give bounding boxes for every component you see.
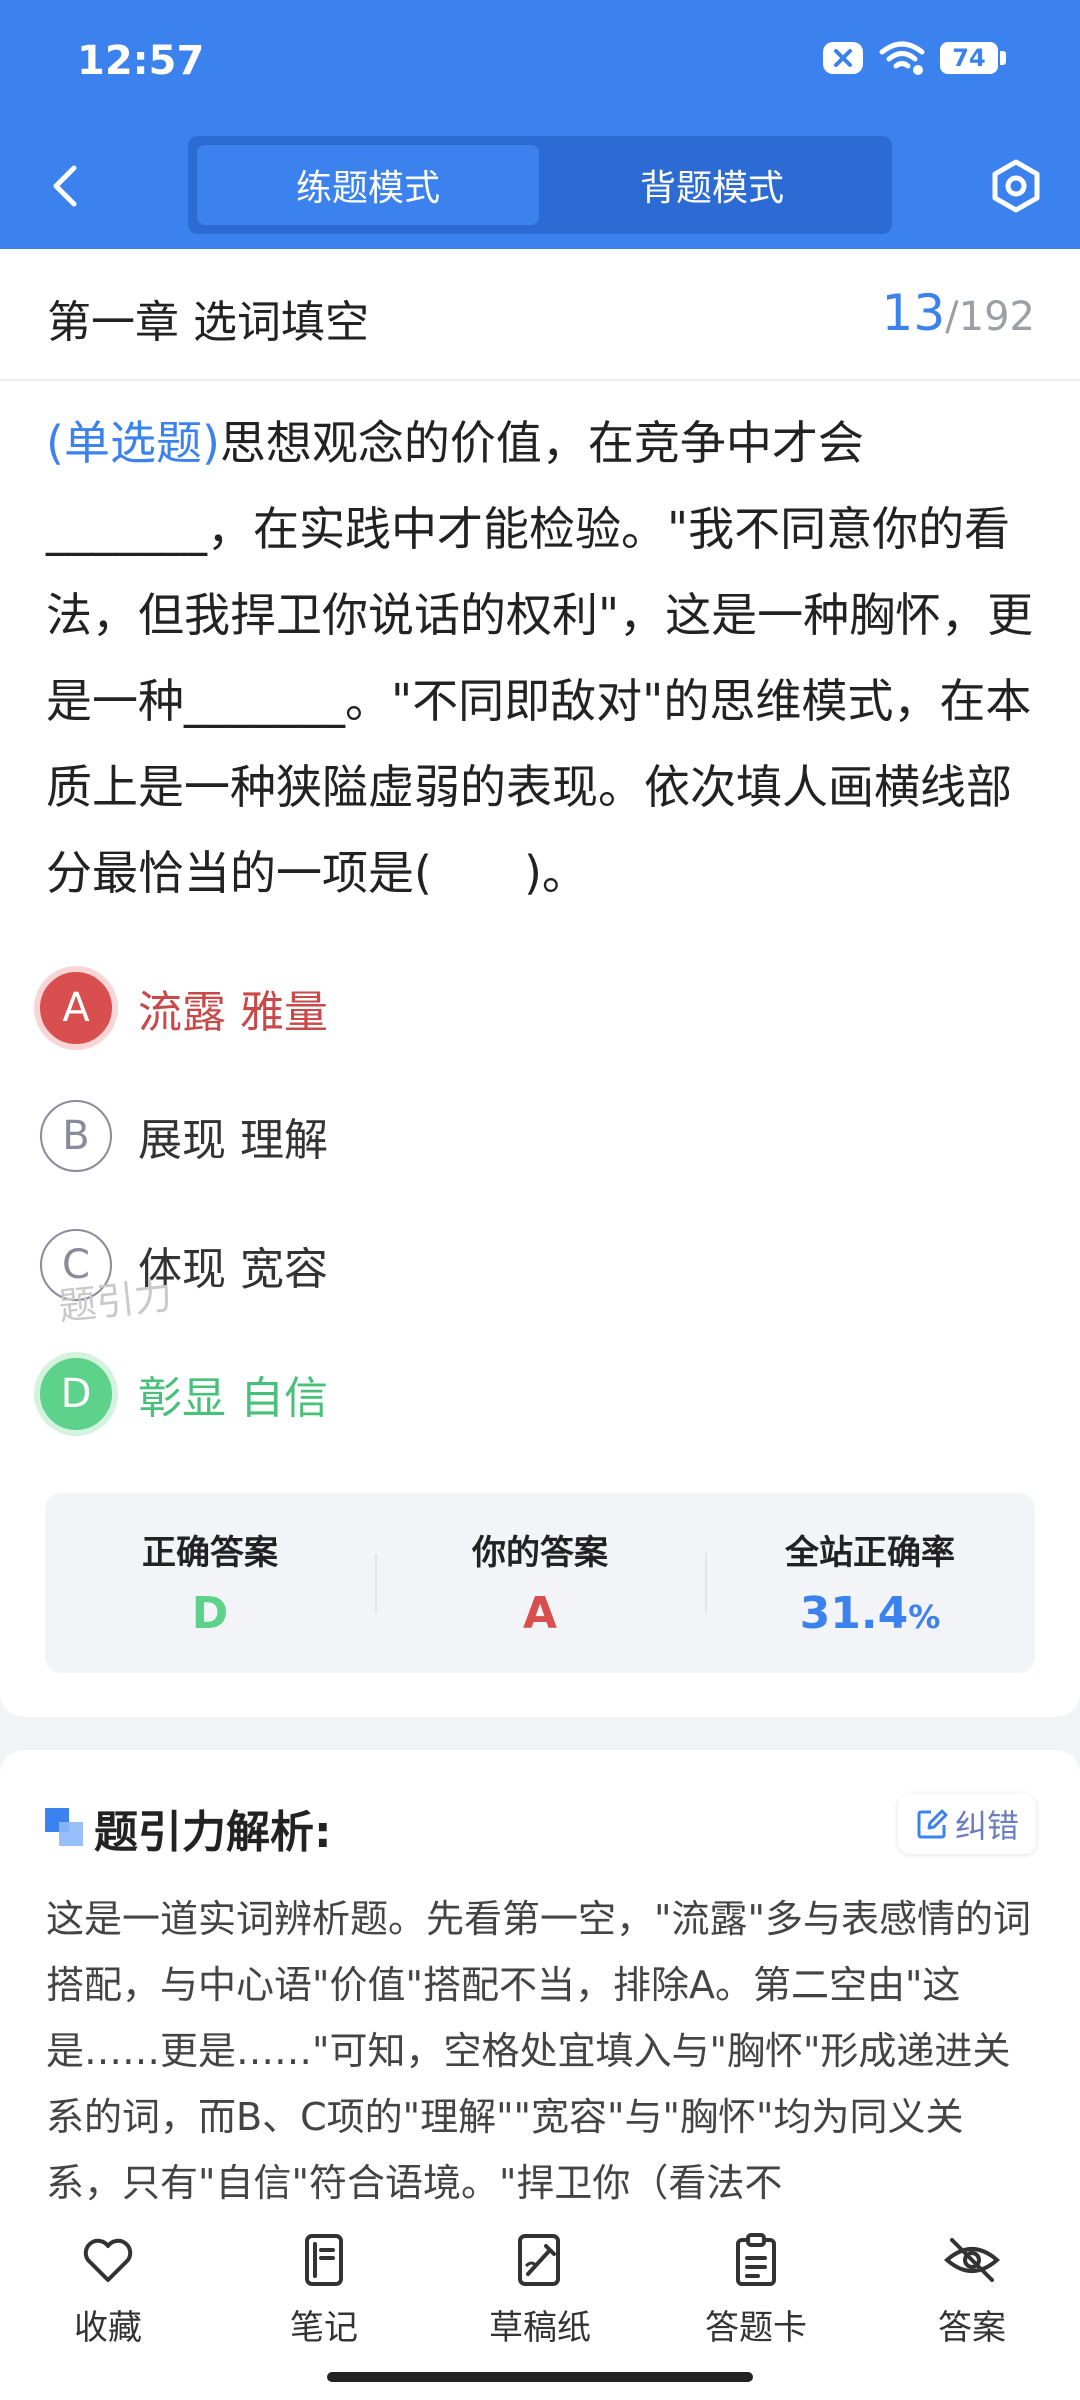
stat-label: 你的答案 — [472, 1533, 608, 1573]
option-letter: D — [40, 1358, 112, 1430]
question-text: 思想观念的价值，在竞争中才会_______，在实践中才能检验。"我不同意你的看法… — [46, 416, 1034, 900]
rate-number: 31.4 — [799, 1588, 909, 1639]
header-divider — [0, 379, 1080, 381]
notebook-icon — [305, 2234, 343, 2286]
close-badge-icon — [823, 42, 863, 74]
option-text: 彰显 自信 — [138, 1373, 328, 1424]
analysis-text: 这是一道实词辨析题。先看第一空，"流露"多与表感情的词搭配，与中心语"价值"搭配… — [46, 1897, 1031, 2205]
nav-draft[interactable]: 草稿纸 — [465, 2230, 615, 2349]
stat-accuracy-rate: 全站正确率 31.4% — [705, 1493, 1035, 1673]
analysis-title: 题引力解析: — [94, 1807, 332, 1858]
edit-icon — [917, 1809, 948, 1839]
nav-label: 收藏 — [74, 2308, 142, 2348]
bottom-nav: 收藏 笔记 草稿纸 答题卡 答案 — [0, 2206, 1080, 2400]
option-a[interactable]: A 流露 雅量 — [40, 963, 940, 1053]
nav-label: 笔记 — [290, 2308, 358, 2348]
total-questions: /192 — [945, 294, 1035, 340]
option-b[interactable]: B 展现 理解 — [40, 1091, 940, 1181]
option-d[interactable]: D 彰显 自信 — [40, 1349, 940, 1439]
stat-value: 31.4% — [705, 1588, 1035, 1639]
question-stem: (单选题)思想观念的价值，在竞争中才会_______，在实践中才能检验。"我不同… — [46, 400, 1036, 916]
gear-icon — [992, 159, 1040, 213]
nav-label: 答题卡 — [705, 2308, 807, 2348]
rate-unit: % — [908, 1598, 941, 1636]
eye-off-icon — [943, 2238, 1001, 2282]
draft-pen-icon — [518, 2234, 560, 2286]
status-time: 12:57 — [77, 38, 205, 84]
nav-label: 答案 — [938, 2308, 1006, 2348]
home-indicator — [327, 2372, 753, 2382]
nav-answer-toggle[interactable]: 答案 — [897, 2230, 1047, 2349]
status-icons: 74 — [822, 40, 1006, 76]
nav-label: 草稿纸 — [489, 2308, 591, 2348]
stat-value: D — [191, 1588, 229, 1639]
question-type: (单选题) — [46, 416, 220, 470]
nav-favorite[interactable]: 收藏 — [33, 2230, 183, 2349]
report-error-button[interactable]: 纠错 — [898, 1794, 1036, 1854]
answer-stats: 正确答案 D 你的答案 A 全站正确率 31.4% — [45, 1493, 1035, 1673]
settings-button[interactable] — [986, 156, 1046, 216]
report-label: 纠错 — [954, 1807, 1019, 1845]
option-text: 展现 理解 — [138, 1115, 328, 1166]
battery-level: 74 — [940, 42, 998, 74]
chapter-title: 第一章 选词填空 — [47, 297, 369, 348]
nav-answer-sheet[interactable]: 答题卡 — [681, 2230, 831, 2349]
stat-label: 全站正确率 — [785, 1533, 955, 1573]
mode-toggle: 练题模式 背题模式 — [188, 136, 892, 234]
option-text: 流露 雅量 — [138, 987, 328, 1038]
heart-icon — [83, 2238, 133, 2282]
current-question-number: 13 — [881, 284, 946, 342]
option-letter: A — [40, 972, 112, 1044]
stat-label: 正确答案 — [142, 1533, 278, 1573]
battery-nub — [1000, 51, 1006, 65]
wifi-icon — [879, 41, 925, 75]
option-c[interactable]: C 体现 宽容 — [40, 1220, 940, 1310]
tab-recite-mode[interactable]: 背题模式 — [541, 145, 883, 225]
stat-value: A — [522, 1588, 558, 1639]
tab-practice-mode[interactable]: 练题模式 — [197, 145, 539, 225]
nav-notes[interactable]: 笔记 — [249, 2230, 399, 2349]
stat-correct-answer: 正确答案 D — [45, 1493, 375, 1673]
analysis-section-icon — [45, 1808, 83, 1846]
clipboard-icon — [736, 2233, 776, 2286]
chevron-left-icon — [53, 165, 77, 207]
back-button[interactable] — [40, 156, 90, 216]
question-counter: 13/192 — [882, 284, 1035, 342]
option-letter: B — [40, 1100, 112, 1172]
stat-your-answer: 你的答案 A — [375, 1493, 705, 1673]
